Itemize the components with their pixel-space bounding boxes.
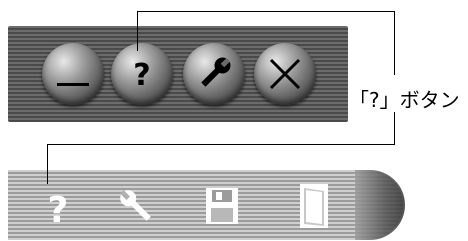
save-icon xyxy=(202,184,242,232)
callout-line xyxy=(137,11,138,51)
exit-door-icon xyxy=(296,182,332,234)
minimize-icon xyxy=(48,49,98,99)
close-icon xyxy=(260,49,310,99)
help-button-bottom[interactable]: ? xyxy=(38,184,78,232)
wrench-icon xyxy=(189,49,239,99)
save-button[interactable] xyxy=(202,186,242,230)
settings-button-top[interactable] xyxy=(183,43,245,105)
wrench-icon xyxy=(114,184,158,232)
bottom-toolbar: ? xyxy=(8,170,405,240)
callout-line xyxy=(47,144,395,145)
svg-text:?: ? xyxy=(48,190,69,228)
callout-line xyxy=(137,11,395,12)
minimize-button[interactable] xyxy=(42,43,104,105)
help-button-top[interactable]: ? xyxy=(111,43,173,105)
help-icon: ? xyxy=(38,184,78,232)
help-icon: ? xyxy=(117,49,167,99)
callout-line xyxy=(394,112,395,144)
callout-label: 「?」ボタン xyxy=(349,88,460,112)
svg-text:?: ? xyxy=(133,58,150,93)
close-button-top[interactable] xyxy=(254,43,316,105)
exit-button[interactable] xyxy=(294,184,334,230)
toolbar-end-cap xyxy=(355,170,405,240)
top-toolbar: ? xyxy=(8,26,348,122)
callout-line xyxy=(394,11,395,75)
callout-line xyxy=(47,144,48,184)
settings-button-bottom[interactable] xyxy=(116,186,156,230)
